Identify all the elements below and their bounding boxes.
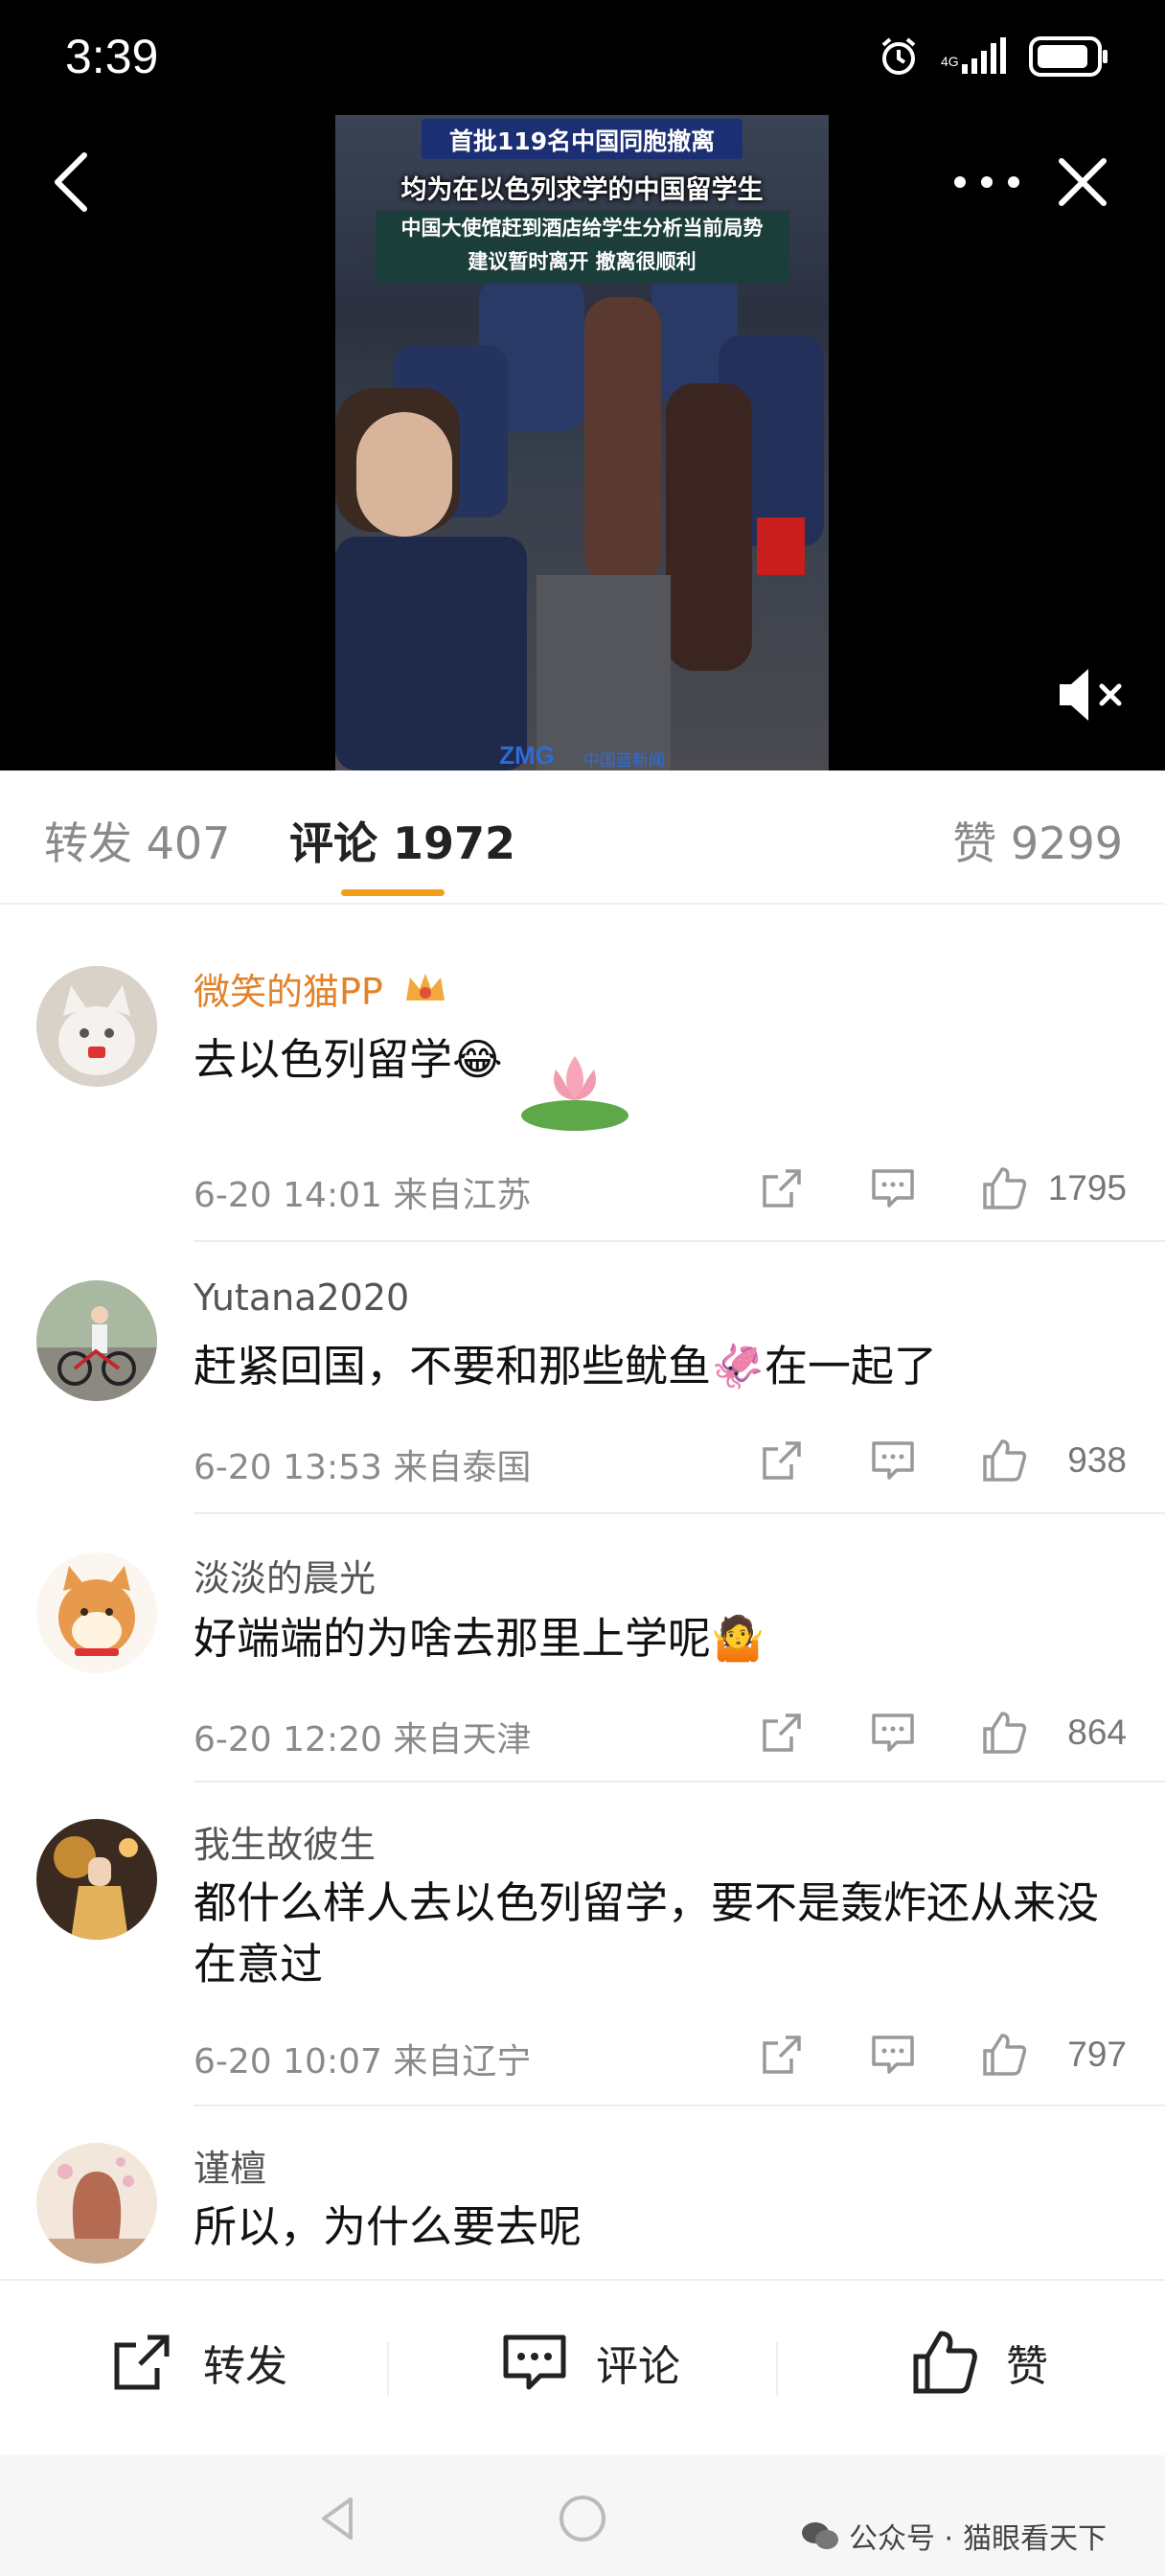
- chevron-left-icon: [55, 152, 87, 212]
- avatar[interactable]: [36, 1280, 157, 1401]
- video-caption-line: 建议暂时离开 撤离很顺利: [468, 250, 697, 273]
- nav-home-icon[interactable]: [556, 2492, 609, 2545]
- comment-meta: 6-20 12:20 来自天津: [194, 1720, 532, 1760]
- lotus-sticker: [517, 1039, 642, 1138]
- share-icon[interactable]: [757, 1436, 807, 1485]
- comment-actions: 938: [757, 1434, 1127, 1487]
- bus-seat: [335, 537, 527, 770]
- back-button[interactable]: [36, 144, 113, 220]
- avatar[interactable]: [36, 2143, 157, 2264]
- status-icons: 4G: [878, 36, 1109, 80]
- watermark-text: 公众号 ·: [849, 2522, 954, 2556]
- status-time: 3:39: [65, 30, 159, 83]
- video-frame[interactable]: 首批119名中国同胞撤离 均为在以色列求学的中国留学生 中国大使馆赶到酒店给学生…: [335, 115, 829, 770]
- zmg-logo: ZMG: [499, 741, 555, 770]
- video-caption-title: 首批119名中国同胞撤离: [448, 127, 716, 155]
- reply-icon[interactable]: [868, 1708, 918, 1758]
- speaker-muted-icon: [1060, 669, 1122, 721]
- like-count: 938: [1067, 1440, 1127, 1480]
- video-player[interactable]: 3:39 4G 首批119名中国同胞撤离 均为在以色列求学的中国留学生 中国大使…: [0, 0, 1165, 770]
- video-caption-line: 中国大使馆赶到酒店给学生分析当前局势: [400, 217, 764, 240]
- share-icon: [114, 2334, 170, 2390]
- more-dots-icon: [954, 176, 1019, 188]
- comment-text: 赶紧回国，不要和那些鱿鱼🦑在一起了: [194, 1341, 938, 1392]
- tab-repost[interactable]: 转发 407: [44, 809, 230, 872]
- tab-comments[interactable]: 评论 1972: [289, 809, 515, 872]
- news-logo: 中国蓝新闻: [582, 751, 665, 770]
- red-folder: [757, 518, 805, 575]
- watermark: 公众号 · 猫眼看天下: [801, 2515, 1107, 2557]
- comment-text: 都什么样人去以色列留学，要不是轰炸还从来没在意过: [194, 1877, 1100, 1990]
- comment-meta: 6-20 10:07 来自辽宁: [194, 2042, 532, 2082]
- thumbs-up-icon[interactable]: [979, 1708, 1029, 1758]
- reply-icon[interactable]: [868, 2030, 918, 2080]
- comment-item[interactable]: Yutana2020 赶紧回国，不要和那些鱿鱼🦑在一起了 6-20 13:53 …: [0, 1242, 1165, 1514]
- comment-meta: 6-20 14:01 来自江苏: [194, 1176, 532, 1215]
- comment-actions: 864: [757, 1706, 1127, 1760]
- divider: [387, 2342, 389, 2396]
- thumbs-up-icon[interactable]: [979, 1436, 1029, 1485]
- status-bar: 3:39 4G: [0, 0, 1165, 115]
- comment-author[interactable]: 淡淡的晨光: [194, 1549, 376, 1601]
- comment-author[interactable]: 谨檀: [194, 2139, 266, 2192]
- comment-author[interactable]: 微笑的猫PP: [194, 962, 448, 1017]
- comment-icon: [503, 2334, 566, 2390]
- repost-label: 转发: [203, 2342, 287, 2391]
- reply-icon[interactable]: [868, 1436, 918, 1485]
- action-bar: 转发 评论 赞: [0, 2279, 1165, 2455]
- share-icon[interactable]: [757, 1163, 807, 1213]
- thumbs-up-icon[interactable]: [979, 2030, 1029, 2080]
- battery-icon: [1029, 36, 1109, 80]
- video-caption-subtitle: 均为在以色列求学的中国留学生: [400, 175, 764, 205]
- tab-bar: 转发 407 评论 1972 赞 9299: [0, 770, 1165, 905]
- comment-text: 好端端的为啥去那里上学呢🤷: [194, 1613, 765, 1664]
- like-count: 797: [1067, 2035, 1127, 2074]
- passenger: [666, 383, 752, 671]
- active-tab-indicator: [341, 889, 445, 896]
- comment-text: 去以色列留学😂: [194, 1034, 503, 1085]
- tab-likes[interactable]: 赞 9299: [952, 809, 1123, 872]
- wechat-icon: [802, 2522, 838, 2549]
- passenger: [584, 297, 661, 585]
- comment-item[interactable]: 谨檀 所以，为什么要去呢: [0, 2104, 1165, 2279]
- signal-icon: 4G: [941, 37, 1008, 80]
- svg-text:4G: 4G: [941, 54, 959, 69]
- comment-meta: 6-20 13:53 来自泰国: [194, 1448, 532, 1487]
- broadcaster-logos: ZMG 中国蓝新闻: [335, 741, 829, 770]
- watermark-name: 猫眼看天下: [963, 2522, 1108, 2556]
- share-icon[interactable]: [757, 2030, 807, 2080]
- repost-button[interactable]: 转发: [105, 2319, 287, 2405]
- avatar[interactable]: [36, 1552, 157, 1673]
- comment-button[interactable]: 评论: [498, 2319, 680, 2405]
- like-count: 1795: [1047, 1168, 1127, 1208]
- comment-actions: 797: [757, 2028, 1127, 2082]
- like-label: 赞: [1006, 2342, 1048, 2391]
- avatar[interactable]: [36, 1819, 157, 1940]
- system-nav-bar: 公众号 · 猫眼看天下: [0, 2455, 1165, 2576]
- more-button[interactable]: [948, 153, 1025, 211]
- thumbs-up-icon: [913, 2331, 977, 2394]
- like-count: 864: [1067, 1713, 1127, 1752]
- comment-item[interactable]: 我生故彼生 都什么样人去以色列留学，要不是轰炸还从来没在意过 6-20 10:0…: [0, 1782, 1165, 2108]
- mute-button[interactable]: [1054, 661, 1131, 728]
- alarm-icon: [878, 35, 920, 81]
- vip-crown-icon: [402, 968, 448, 1017]
- avatar[interactable]: [36, 966, 157, 1087]
- nav-back-icon[interactable]: [312, 2492, 366, 2545]
- share-icon[interactable]: [757, 1708, 807, 1758]
- comment-actions: 1795: [757, 1162, 1127, 1215]
- reply-icon[interactable]: [868, 1163, 918, 1213]
- like-button[interactable]: 赞: [908, 2319, 1048, 2405]
- comment-label: 评论: [596, 2342, 680, 2391]
- comment-item[interactable]: 淡淡的晨光 好端端的为啥去那里上学呢🤷 6-20 12:20 来自天津 864: [0, 1514, 1165, 1782]
- comment-author[interactable]: 我生故彼生: [194, 1815, 376, 1868]
- comment-text: 所以，为什么要去呢: [194, 2201, 582, 2252]
- comment-item[interactable]: 微笑的猫PP 去以色列留学😂 6-20 14:01 来自江苏 1795: [0, 905, 1165, 1242]
- thumbs-up-icon[interactable]: [979, 1163, 1029, 1213]
- comment-author[interactable]: Yutana2020: [194, 1276, 409, 1319]
- divider: [776, 2342, 778, 2396]
- close-icon: [1059, 158, 1107, 206]
- close-button[interactable]: [1044, 144, 1121, 220]
- passenger-face: [356, 412, 452, 537]
